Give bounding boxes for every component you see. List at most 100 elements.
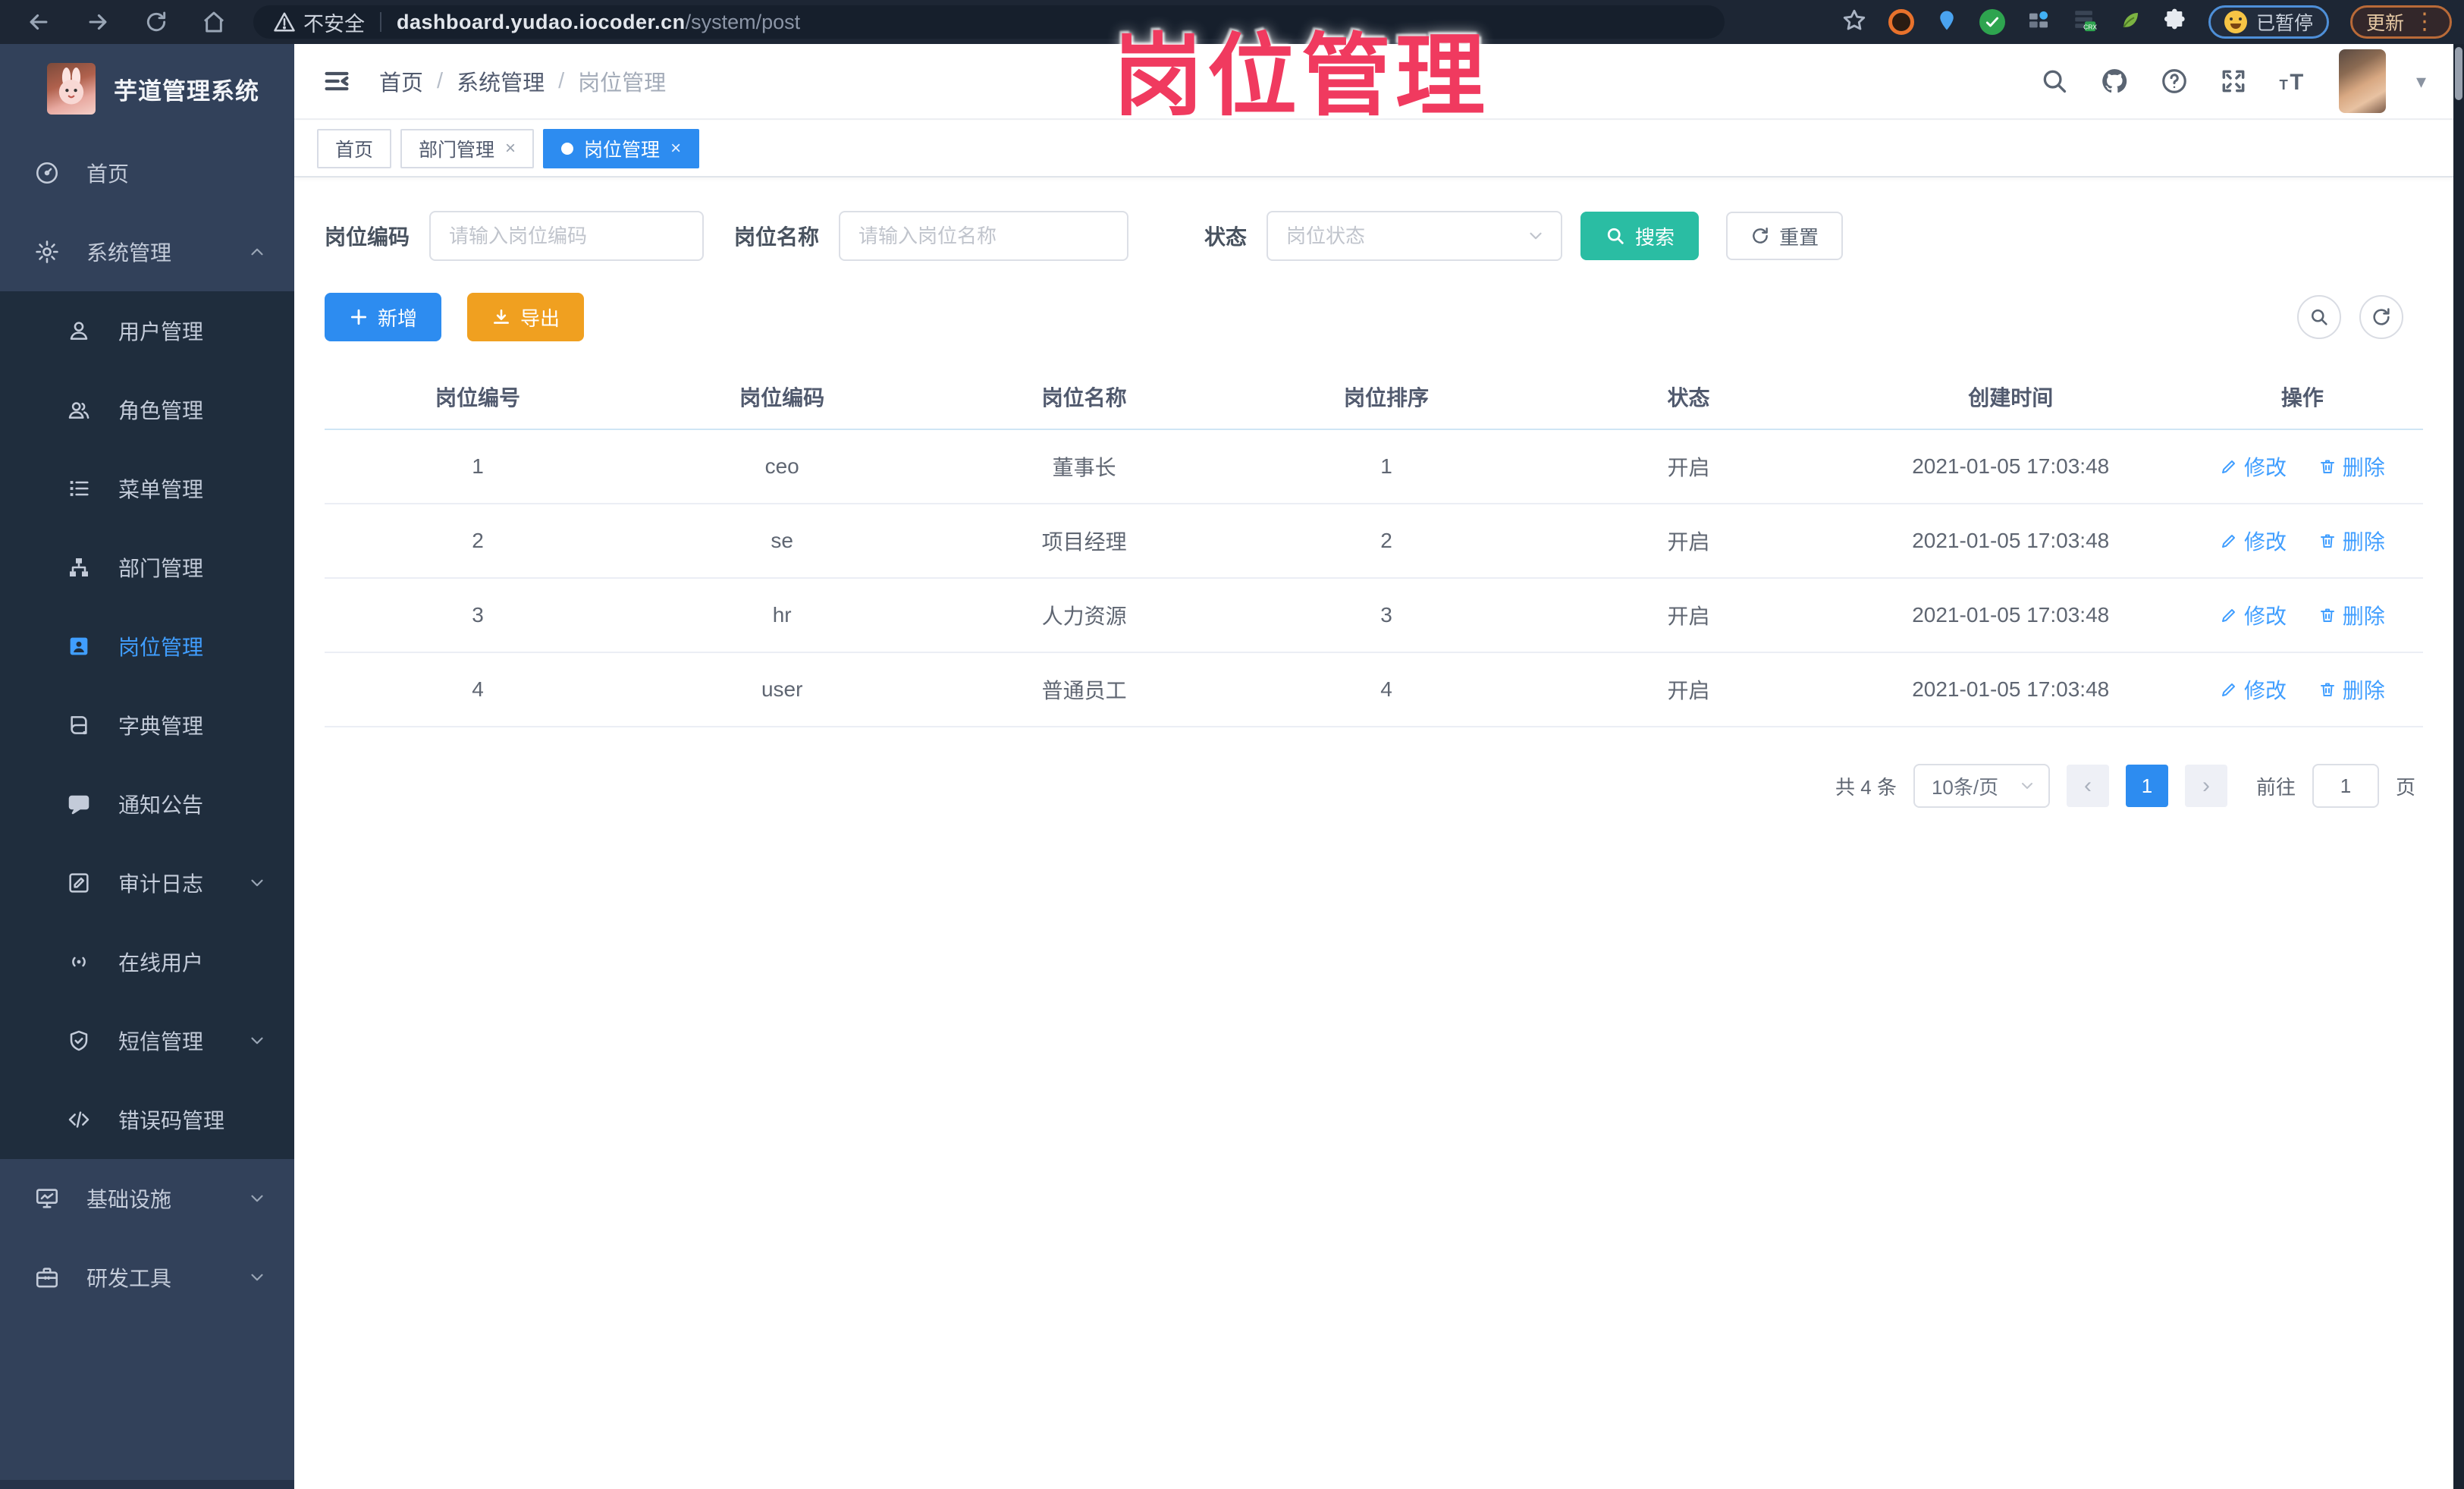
delete-link[interactable]: 删除: [2318, 526, 2385, 556]
chevron-down-icon: [247, 873, 267, 893]
chevron-down-icon: [247, 1031, 267, 1051]
reset-button[interactable]: 重置: [1726, 212, 1844, 260]
cell-post-code: se: [630, 504, 934, 579]
breadcrumb-home[interactable]: 首页: [379, 65, 423, 97]
sidebar-item-online-users[interactable]: 在线用户: [0, 922, 294, 1001]
tab-close-icon[interactable]: ×: [670, 138, 681, 159]
profile-paused-badge[interactable]: 已暂停: [2208, 5, 2329, 39]
column-header: 操作: [2181, 364, 2423, 430]
sidebar-item-label: 研发工具: [86, 1267, 172, 1290]
avatar-caret-icon[interactable]: ▾: [2416, 70, 2426, 93]
browser-update-button[interactable]: 更新 ⋮: [2349, 5, 2452, 39]
sidebar-item-infrastructure[interactable]: 基础设施: [0, 1159, 294, 1238]
sidebar-item-notices[interactable]: 通知公告: [0, 765, 294, 843]
toggle-search-button[interactable]: [2297, 295, 2341, 339]
browser-home-icon[interactable]: [202, 10, 226, 34]
post-code-input[interactable]: [429, 211, 705, 261]
sidebar: 芋道管理系统 首页 系统管理 用户管理 角色管理 菜单管理 部门管理 岗位管理 …: [0, 44, 294, 1489]
status-label: 状态: [1204, 225, 1248, 249]
fullscreen-icon[interactable]: [2219, 67, 2248, 96]
sidebar-item-audit-log[interactable]: 审计日志: [0, 843, 294, 922]
user-avatar[interactable]: [2338, 49, 2386, 113]
browser-reload-icon[interactable]: [144, 10, 168, 34]
cell-post-code: ceo: [630, 429, 934, 504]
sidebar-item-menus[interactable]: 菜单管理: [0, 449, 294, 528]
delete-link[interactable]: 删除: [2318, 600, 2385, 630]
extension-orange-icon[interactable]: [1888, 9, 1914, 35]
edit-link[interactable]: 修改: [2220, 526, 2287, 556]
search-button-label: 搜索: [1635, 225, 1675, 249]
add-button[interactable]: 新增: [325, 293, 442, 341]
cell-actions: 修改 删除: [2181, 652, 2423, 727]
post-name-input[interactable]: [839, 211, 1129, 261]
sidebar-item-home[interactable]: 首页: [0, 134, 294, 212]
sidebar-item-depts[interactable]: 部门管理: [0, 528, 294, 607]
sidebar-item-users[interactable]: 用户管理: [0, 291, 294, 370]
tab-home[interactable]: 首页: [317, 129, 392, 168]
chevron-down-icon: [247, 1268, 267, 1287]
edit-link[interactable]: 修改: [2220, 600, 2287, 630]
post-badge-icon: [64, 634, 94, 658]
cell-post-sort: 3: [1235, 578, 1538, 653]
bookmark-star-icon[interactable]: [1841, 8, 1867, 37]
sidebar-item-sms[interactable]: 短信管理: [0, 1001, 294, 1080]
edit-link[interactable]: 修改: [2220, 451, 2287, 482]
security-warning[interactable]: 不安全: [273, 8, 365, 37]
sidebar-item-system[interactable]: 系统管理: [0, 212, 294, 291]
help-icon[interactable]: [2160, 67, 2189, 96]
goto-page-input[interactable]: [2312, 764, 2379, 808]
page-number-1[interactable]: 1: [2125, 765, 2168, 807]
system-submenu: 用户管理 角色管理 菜单管理 部门管理 岗位管理 字典管理 通知公告 审计日志 …: [0, 291, 294, 1159]
sidebar-item-posts[interactable]: 岗位管理: [0, 607, 294, 686]
cell-post-id: 1: [325, 429, 631, 504]
search-button[interactable]: 搜索: [1580, 212, 1700, 260]
extension-check-icon[interactable]: [1979, 9, 2005, 35]
extension-leaf-icon[interactable]: [2119, 9, 2142, 36]
tab-post[interactable]: 岗位管理 ×: [543, 129, 700, 168]
profile-emoji-icon: [2224, 11, 2247, 33]
header-search-icon[interactable]: [2040, 67, 2069, 96]
delete-link[interactable]: 删除: [2318, 451, 2385, 482]
sidebar-item-label: 错误码管理: [118, 1109, 225, 1132]
prev-page-button[interactable]: ‹: [2066, 765, 2109, 807]
sidebar-item-label: 字典管理: [118, 715, 204, 738]
cell-post-id: 3: [325, 578, 631, 653]
refresh-table-button[interactable]: [2359, 295, 2403, 339]
breadcrumb-system[interactable]: 系统管理: [457, 65, 545, 97]
sidebar-item-label: 部门管理: [118, 557, 204, 580]
extension-badge-icon[interactable]: CRX: [2072, 8, 2098, 37]
breadcrumb-current: 岗位管理: [578, 71, 667, 96]
sidebar-item-error-codes[interactable]: 错误码管理: [0, 1080, 294, 1159]
tab-dept[interactable]: 部门管理 ×: [400, 129, 535, 168]
audit-log-icon: [64, 871, 94, 895]
edit-link[interactable]: 修改: [2220, 674, 2287, 705]
extension-pin-icon[interactable]: [1935, 9, 1958, 36]
pencil-icon: [2221, 609, 2235, 622]
page-size-select[interactable]: 10条/页: [1913, 764, 2050, 808]
address-bar[interactable]: 不安全 dashboard.yudao.iocoder.cn/system/po…: [253, 5, 1725, 39]
sidebar-item-dict[interactable]: 字典管理: [0, 686, 294, 765]
extension-puzzle-icon[interactable]: [2163, 8, 2187, 36]
cell-created-time: 2021-01-05 17:03:48: [1839, 578, 2182, 653]
sidebar-item-roles[interactable]: 角色管理: [0, 370, 294, 449]
extension-grid-icon[interactable]: [2026, 8, 2051, 36]
hamburger-icon[interactable]: [322, 66, 352, 96]
github-icon[interactable]: [2099, 66, 2130, 96]
export-button[interactable]: 导出: [467, 293, 585, 341]
browser-back-icon[interactable]: [26, 9, 52, 35]
status-select-input[interactable]: [1267, 211, 1563, 261]
sidebar-item-dev-tools[interactable]: 研发工具: [0, 1238, 294, 1317]
pencil-icon: [2221, 535, 2235, 548]
column-header: 状态: [1537, 364, 1840, 430]
scrollbar-thumb[interactable]: [2455, 47, 2462, 100]
next-page-button[interactable]: ›: [2184, 765, 2227, 807]
browser-forward-icon[interactable]: [85, 9, 111, 35]
tab-close-icon[interactable]: ×: [505, 138, 516, 159]
page-scrollbar[interactable]: [2453, 44, 2464, 1489]
delete-link[interactable]: 删除: [2318, 674, 2385, 705]
browser-menu-kebab-icon[interactable]: ⋮: [2413, 11, 2436, 33]
font-size-icon[interactable]: TT: [2278, 67, 2309, 96]
plus-icon: [350, 309, 367, 325]
app-logo-row[interactable]: 芋道管理系统: [0, 44, 294, 134]
status-select[interactable]: [1267, 211, 1563, 261]
